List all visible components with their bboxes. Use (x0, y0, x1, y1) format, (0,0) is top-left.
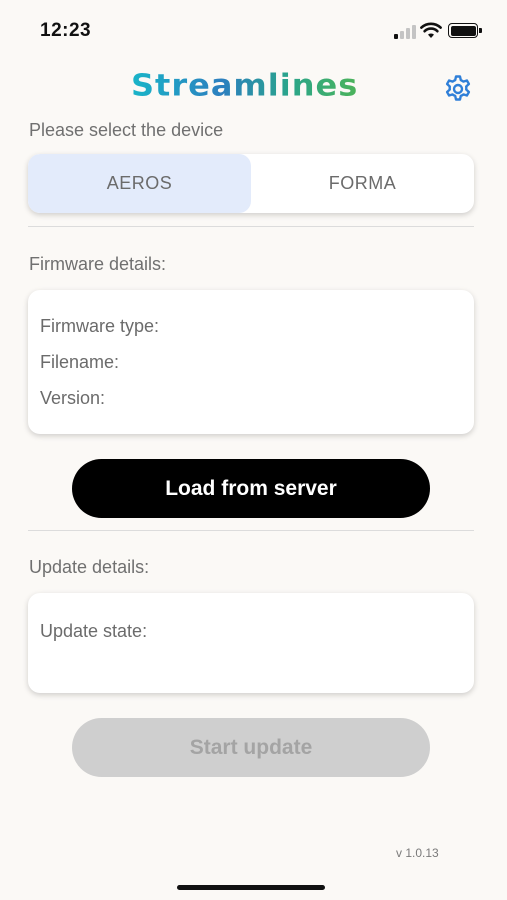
device-select-label: Please select the device (29, 120, 224, 140)
update-state-label: Update state: (40, 621, 148, 641)
filename-label: Filename: (40, 352, 120, 372)
segment-forma[interactable]: FORMA (251, 154, 474, 213)
update-details-label: Update details: (29, 557, 150, 577)
divider (28, 226, 474, 227)
firmware-details-label: Firmware details: (29, 254, 167, 274)
gear-icon[interactable] (443, 74, 473, 104)
update-details-card: Update state: (28, 593, 474, 693)
firmware-type-label: Firmware type: (40, 316, 160, 336)
segment-aeros[interactable]: AEROS (28, 154, 251, 213)
version-label: Version: (40, 388, 106, 408)
status-bar: 12:23 (0, 0, 507, 60)
status-time: 12:23 (40, 20, 92, 41)
battery-icon (448, 23, 482, 38)
firmware-details-card: Firmware type: Filename: Version: (28, 290, 474, 434)
wifi-icon (420, 22, 442, 38)
load-from-server-button[interactable]: Load from server (72, 459, 430, 518)
cellular-signal-icon (394, 25, 416, 39)
app-version: v 1.0.13 (396, 846, 439, 860)
divider (28, 530, 474, 531)
home-indicator[interactable] (177, 885, 325, 890)
device-segmented-control[interactable]: AEROS FORMA (28, 154, 474, 213)
app-logo: Streamlines (131, 66, 359, 104)
start-update-button[interactable]: Start update (72, 718, 430, 777)
